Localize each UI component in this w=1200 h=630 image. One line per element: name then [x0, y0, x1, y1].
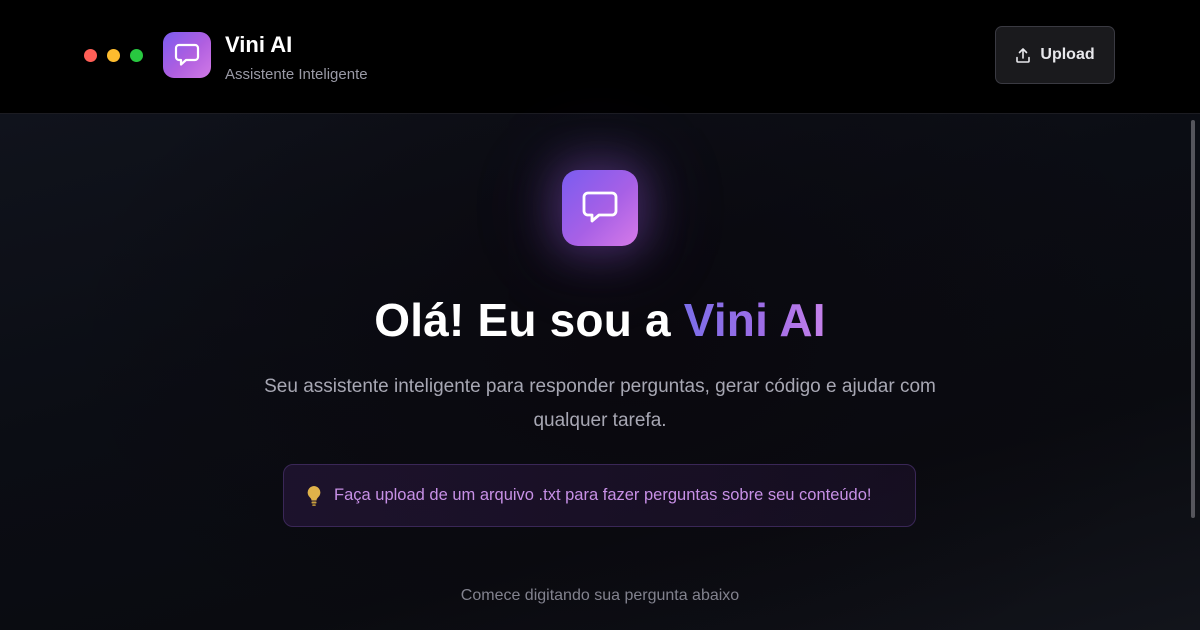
- close-window-button[interactable]: [84, 49, 97, 62]
- start-typing-hint: Comece digitando sua pergunta abaixo: [460, 587, 740, 604]
- app-window: Vini AI Assistente Inteligente Upload Ol…: [0, 0, 1200, 630]
- upload-icon: [1016, 47, 1031, 63]
- upload-button[interactable]: Upload: [995, 26, 1115, 84]
- upload-button-label: Upload: [1040, 46, 1095, 63]
- headline-prefix: Olá! Eu sou a: [374, 294, 684, 346]
- chat-bubble-icon: [582, 191, 618, 223]
- app-title: Vini AI: [225, 32, 293, 57]
- minimize-window-button[interactable]: [107, 49, 120, 62]
- window-controls: [84, 49, 143, 62]
- hero-logo: [562, 170, 638, 246]
- welcome-description: Seu assistente inteligente para responde…: [264, 376, 936, 431]
- upload-tip-text: Faça upload de um arquivo .txt para faze…: [334, 486, 872, 504]
- welcome-headline: Olá! Eu sou a Vini AI: [0, 293, 1200, 347]
- maximize-window-button[interactable]: [130, 49, 143, 62]
- top-bar: Vini AI Assistente Inteligente Upload: [0, 0, 1200, 114]
- lightbulb-icon: [307, 485, 321, 506]
- app-subtitle: Assistente Inteligente: [225, 66, 368, 83]
- app-logo: [163, 32, 211, 78]
- headline-accent: Vini AI: [683, 294, 826, 346]
- upload-tip-banner: Faça upload de um arquivo .txt para faze…: [283, 464, 916, 527]
- chat-bubble-icon: [174, 43, 200, 66]
